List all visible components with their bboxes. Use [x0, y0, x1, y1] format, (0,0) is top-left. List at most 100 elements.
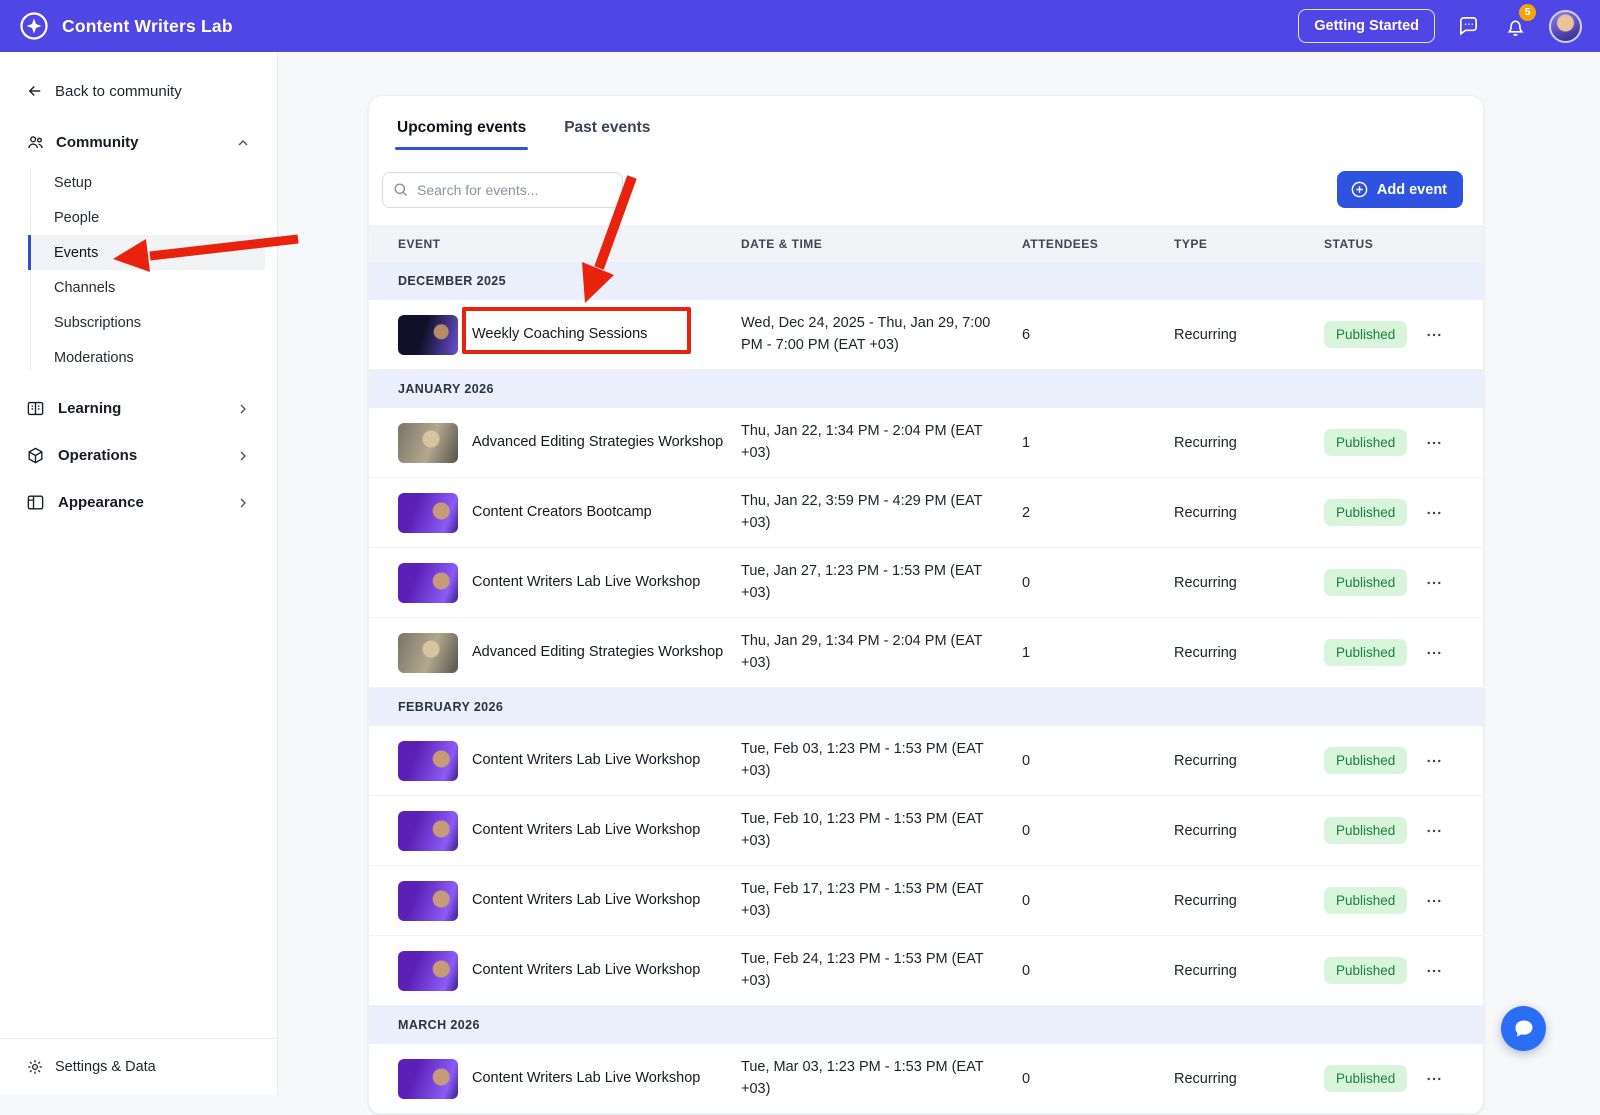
row-actions-button[interactable] — [1419, 568, 1449, 598]
event-datetime: Thu, Jan 29, 1:34 PM - 2:04 PM (EAT +03) — [741, 631, 1022, 675]
event-attendees: 0 — [1022, 823, 1174, 839]
back-to-community-link[interactable]: Back to community — [0, 52, 277, 120]
appearance-icon — [26, 493, 45, 512]
sidebar-item-operations[interactable]: Operations — [0, 432, 277, 479]
sidebar-item-moderations[interactable]: Moderations — [28, 340, 265, 375]
status-badge: Published — [1324, 569, 1407, 596]
search-input[interactable] — [382, 172, 623, 208]
status-badge: Published — [1324, 887, 1407, 914]
sidebar-item-learning[interactable]: Learning — [0, 385, 277, 432]
event-type: Recurring — [1174, 963, 1324, 979]
event-type: Recurring — [1174, 645, 1324, 661]
search-box — [382, 172, 623, 208]
event-type: Recurring — [1174, 893, 1324, 909]
sidebar-item-channels[interactable]: Channels — [28, 270, 265, 305]
sidebar-item-subscriptions[interactable]: Subscriptions — [28, 305, 265, 340]
back-arrow-icon — [26, 82, 44, 100]
month-group-row: DECEMBER 2025 — [369, 262, 1483, 300]
table-row[interactable]: Advanced Editing Strategies Workshop Thu… — [369, 408, 1483, 478]
row-actions-button[interactable] — [1419, 1064, 1449, 1094]
column-header-datetime: DATE & TIME — [741, 237, 1022, 251]
event-title: Content Creators Bootcamp — [472, 502, 652, 523]
event-title: Advanced Editing Strategies Workshop — [472, 432, 723, 453]
row-actions-button[interactable] — [1419, 428, 1449, 458]
chevron-right-icon — [235, 495, 251, 511]
event-datetime: Wed, Dec 24, 2025 - Thu, Jan 29, 7:00 PM… — [741, 313, 1022, 357]
table-row[interactable]: Content Writers Lab Live Workshop Tue, M… — [369, 1044, 1483, 1114]
settings-and-data-link[interactable]: Settings & Data — [0, 1038, 277, 1095]
row-actions-button[interactable] — [1419, 498, 1449, 528]
event-title: Content Writers Lab Live Workshop — [472, 820, 700, 841]
event-datetime: Tue, Feb 17, 1:23 PM - 1:53 PM (EAT +03) — [741, 879, 1022, 923]
event-thumbnail — [398, 315, 458, 355]
row-actions-button[interactable] — [1419, 816, 1449, 846]
event-thumbnail — [398, 423, 458, 463]
sidebar-item-label: Appearance — [58, 494, 144, 511]
sidebar-item-appearance[interactable]: Appearance — [0, 479, 277, 526]
chat-launcher-button[interactable] — [1501, 1006, 1546, 1051]
event-thumbnail — [398, 741, 458, 781]
event-thumbnail — [398, 881, 458, 921]
search-icon — [392, 181, 409, 198]
notifications-button[interactable]: 5 — [1502, 13, 1529, 40]
row-actions-button[interactable] — [1419, 956, 1449, 986]
event-title: Content Writers Lab Live Workshop — [472, 1068, 700, 1089]
row-actions-button[interactable] — [1419, 746, 1449, 776]
table-row[interactable]: Content Writers Lab Live Workshop Tue, F… — [369, 866, 1483, 936]
event-datetime: Tue, Jan 27, 1:23 PM - 1:53 PM (EAT +03) — [741, 561, 1022, 605]
event-attendees: 0 — [1022, 753, 1174, 769]
table-row[interactable]: Advanced Editing Strategies Workshop Thu… — [369, 618, 1483, 688]
add-event-label: Add event — [1377, 182, 1447, 198]
row-actions-button[interactable] — [1419, 638, 1449, 668]
table-row[interactable]: Content Creators Bootcamp Thu, Jan 22, 3… — [369, 478, 1483, 548]
event-attendees: 6 — [1022, 327, 1174, 343]
event-attendees: 0 — [1022, 893, 1174, 909]
event-datetime: Thu, Jan 22, 3:59 PM - 4:29 PM (EAT +03) — [741, 491, 1022, 535]
sidebar-section-label: Community — [56, 134, 139, 151]
event-thumbnail — [398, 811, 458, 851]
event-datetime: Thu, Jan 22, 1:34 PM - 2:04 PM (EAT +03) — [741, 421, 1022, 465]
table-row[interactable]: Content Writers Lab Live Workshop Tue, J… — [369, 548, 1483, 618]
row-actions-button[interactable] — [1419, 886, 1449, 916]
table-row[interactable]: Content Writers Lab Live Workshop Tue, F… — [369, 726, 1483, 796]
user-avatar[interactable] — [1549, 10, 1582, 43]
event-datetime: Tue, Feb 10, 1:23 PM - 1:53 PM (EAT +03) — [741, 809, 1022, 853]
add-event-button[interactable]: Add event — [1337, 171, 1463, 208]
community-title: Content Writers Lab — [62, 16, 233, 37]
settings-label: Settings & Data — [55, 1059, 156, 1075]
event-attendees: 1 — [1022, 435, 1174, 451]
row-actions-button[interactable] — [1419, 320, 1449, 350]
sidebar-section-community[interactable]: Community — [0, 120, 277, 165]
event-type: Recurring — [1174, 435, 1324, 451]
app-logo-icon — [18, 10, 50, 42]
table-row[interactable]: Content Writers Lab Live Workshop Tue, F… — [369, 796, 1483, 866]
event-title: Content Writers Lab Live Workshop — [472, 572, 700, 593]
event-attendees: 0 — [1022, 1071, 1174, 1087]
sidebar-item-setup[interactable]: Setup — [28, 165, 265, 200]
event-type: Recurring — [1174, 505, 1324, 521]
status-badge: Published — [1324, 957, 1407, 984]
chat-bubble-icon — [1457, 15, 1480, 38]
column-header-event: EVENT — [398, 237, 741, 251]
chevron-up-icon — [235, 135, 251, 151]
status-badge: Published — [1324, 817, 1407, 844]
column-header-type: TYPE — [1174, 237, 1324, 251]
messages-button[interactable] — [1455, 13, 1482, 40]
tab-upcoming-events[interactable]: Upcoming events — [395, 96, 528, 150]
event-title: Weekly Coaching Sessions — [472, 324, 647, 345]
operations-icon — [26, 446, 45, 465]
sidebar-item-events[interactable]: Events — [28, 235, 265, 270]
table-row[interactable]: Weekly Coaching Sessions Wed, Dec 24, 20… — [369, 300, 1483, 370]
event-type: Recurring — [1174, 823, 1324, 839]
getting-started-button[interactable]: Getting Started — [1298, 9, 1435, 43]
event-datetime: Tue, Feb 03, 1:23 PM - 1:53 PM (EAT +03) — [741, 739, 1022, 783]
column-header-attendees: ATTENDEES — [1022, 237, 1174, 251]
status-badge: Published — [1324, 321, 1407, 348]
sidebar-item-people[interactable]: People — [28, 200, 265, 235]
event-title: Content Writers Lab Live Workshop — [472, 890, 700, 911]
tab-past-events[interactable]: Past events — [562, 96, 652, 150]
table-row[interactable]: Content Writers Lab Live Workshop Tue, F… — [369, 936, 1483, 1006]
community-submenu: Setup People Events Channels Subscriptio… — [0, 165, 277, 375]
event-attendees: 0 — [1022, 963, 1174, 979]
sidebar: Back to community Community Setup People… — [0, 52, 278, 1095]
